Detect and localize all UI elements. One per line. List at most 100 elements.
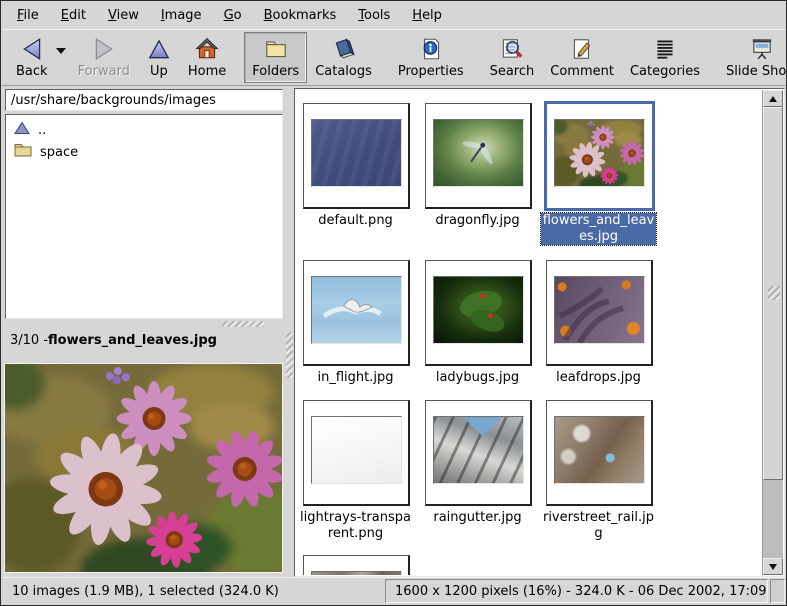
comment-label: Comment — [550, 64, 614, 79]
home-icon — [194, 36, 220, 62]
folder-item-space[interactable]: space — [8, 141, 280, 163]
catalogs-button[interactable]: Catalogs — [307, 32, 380, 83]
comment-button[interactable]: Comment — [542, 32, 622, 83]
properties-label: Properties — [398, 64, 464, 79]
slideshow-button[interactable]: Slide Show — [718, 32, 787, 83]
splitter-grip — [222, 321, 264, 327]
statusbar-file-counts: 10 images (1.9 MB), 1 selected (324.0 K) — [2, 578, 384, 604]
forward-button[interactable]: Forward — [70, 32, 138, 83]
thumbnail-image — [311, 276, 402, 344]
search-button[interactable]: Search — [482, 32, 543, 83]
scroll-up-button[interactable] — [763, 90, 783, 107]
scrollbar-thumb-grip — [768, 286, 780, 300]
image-preview-pane — [4, 363, 283, 573]
menu-file[interactable]: File — [6, 3, 50, 28]
vertical-scrollbar — [762, 90, 783, 575]
selection-position: 3/10 - — [10, 333, 48, 348]
info-page-icon — [418, 36, 444, 62]
folder-list: .. space — [5, 114, 283, 319]
comment-icon — [569, 36, 595, 62]
menu-image[interactable]: Image — [150, 3, 213, 28]
thumbnail-partial-row4[interactable] — [303, 555, 410, 575]
thumbnail-in-flight[interactable]: in_flight.jpg — [303, 260, 410, 386]
menu-help[interactable]: Help — [401, 3, 453, 28]
thumbnail-lightrays-transparent[interactable]: lightrays-transparent.png — [303, 400, 410, 542]
thumbnail-flowers-and-leaves[interactable]: flowers_and_leaves.jpg — [546, 103, 653, 245]
forward-label: Forward — [78, 64, 130, 79]
toolbar: Back Forward Up — [2, 29, 785, 86]
thumbnail-leafdrops[interactable]: leafdrops.jpg — [546, 260, 653, 386]
thumbnail-label: riverstreet_rail.jpg — [541, 510, 656, 542]
home-button[interactable]: Home — [180, 32, 234, 83]
categories-label: Categories — [630, 64, 700, 79]
thumbnail-image — [311, 416, 402, 484]
thumbnail-label: lightrays-transparent.png — [298, 510, 413, 542]
menu-view[interactable]: View — [97, 3, 150, 28]
up-button[interactable]: Up — [138, 32, 180, 83]
folder-icon — [263, 36, 289, 62]
sidebar: .. space 3/10 - flowers_and_leaves.jpg — [2, 87, 285, 577]
status-bar: 10 images (1.9 MB), 1 selected (324.0 K)… — [2, 577, 785, 604]
back-label: Back — [16, 64, 48, 79]
main-area: .. space 3/10 - flowers_and_leaves.jpg — [2, 87, 785, 577]
thumbnail-grid: default.png dragonfly.jpg — [296, 90, 762, 575]
thumbnail-default[interactable]: default.png — [303, 103, 410, 229]
statusbar-left-text: 10 images (1.9 MB), 1 selected (324.0 K) — [12, 584, 279, 599]
forward-icon — [91, 36, 117, 62]
categories-button[interactable]: Categories — [622, 32, 708, 83]
statusbar-right-text: 1600 x 1200 pixels (16%) - 324.0 K - 06 … — [395, 584, 767, 599]
up-arrow-icon — [769, 96, 777, 102]
slideshow-label: Slide Show — [726, 64, 787, 79]
properties-button[interactable]: Properties — [390, 32, 472, 83]
thumbnail-image — [433, 119, 524, 187]
flowers-preview-image — [5, 364, 282, 572]
folder-item-label: .. — [38, 123, 46, 138]
search-icon — [499, 36, 525, 62]
gthumb-window: File Edit View Image Go Bookmarks Tools … — [0, 0, 787, 606]
menu-bar: File Edit View Image Go Bookmarks Tools … — [2, 1, 785, 29]
catalogs-label: Catalogs — [315, 64, 372, 79]
thumbnail-image — [311, 571, 402, 575]
menu-go[interactable]: Go — [213, 3, 253, 28]
scrollbar-thumb[interactable] — [763, 107, 783, 480]
thumbnail-dragonfly[interactable]: dragonfly.jpg — [425, 103, 532, 229]
selection-status: 3/10 - flowers_and_leaves.jpg — [2, 328, 285, 352]
thumbnail-label: default.png — [298, 213, 413, 229]
folders-button[interactable]: Folders — [244, 32, 307, 83]
thumbnail-riverstreet-rail[interactable]: riverstreet_rail.jpg — [546, 400, 653, 542]
thumbnail-label: dragonfly.jpg — [420, 213, 535, 229]
menu-bookmarks[interactable]: Bookmarks — [253, 3, 348, 28]
thumbnail-image — [554, 276, 645, 344]
back-history-dropdown-icon[interactable] — [56, 48, 66, 54]
categories-icon — [652, 36, 678, 62]
thumbnail-raingutter[interactable]: raingutter.jpg — [425, 400, 532, 526]
thumbnail-image — [433, 416, 524, 484]
location-path-input[interactable] — [5, 89, 283, 111]
slideshow-icon — [749, 36, 775, 62]
up-triangle-icon — [14, 121, 38, 139]
splitter-grip — [286, 332, 293, 378]
folder-item-parent[interactable]: .. — [8, 119, 280, 141]
thumbnail-ladybugs[interactable]: ladybugs.jpg — [425, 260, 532, 386]
down-arrow-icon — [769, 564, 777, 570]
menu-tools[interactable]: Tools — [347, 3, 401, 28]
selection-filename: flowers_and_leaves.jpg — [48, 333, 217, 348]
horizontal-pane-splitter[interactable] — [2, 320, 285, 328]
back-icon — [19, 36, 45, 62]
folder-icon — [14, 143, 40, 161]
up-icon — [146, 36, 172, 62]
home-label: Home — [188, 64, 226, 79]
thumbnail-browser: default.png dragonfly.jpg — [294, 88, 785, 577]
menu-edit[interactable]: Edit — [50, 3, 97, 28]
thumbnail-image — [554, 416, 645, 484]
folders-label: Folders — [252, 64, 299, 79]
vertical-pane-splitter[interactable] — [285, 87, 294, 577]
folder-item-label: space — [40, 145, 78, 160]
thumbnail-image — [554, 119, 645, 187]
thumbnail-label: in_flight.jpg — [298, 370, 413, 386]
back-button[interactable]: Back — [8, 32, 56, 83]
book-icon — [331, 36, 357, 62]
thumbnail-image — [433, 276, 524, 344]
scroll-down-button[interactable] — [763, 558, 783, 575]
thumbnail-label: leafdrops.jpg — [541, 370, 656, 386]
